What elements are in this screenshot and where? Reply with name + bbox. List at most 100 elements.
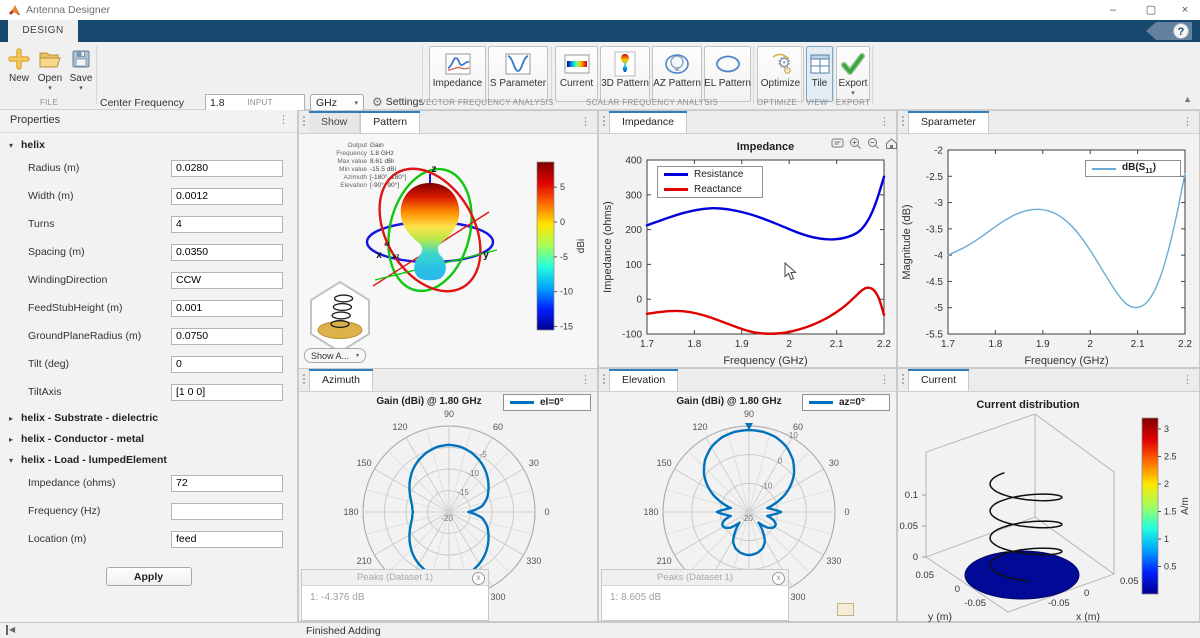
- property-input-groundplaneradius-m[interactable]: [171, 328, 283, 345]
- property-input-width-m[interactable]: [171, 188, 283, 205]
- property-input-tiltaxis[interactable]: [171, 384, 283, 401]
- property-row: Width (m): [0, 182, 297, 210]
- svg-text:Impedance: Impedance: [737, 141, 794, 153]
- panel-grip-icon[interactable]: [599, 111, 609, 133]
- panel-grip-icon[interactable]: [299, 369, 309, 391]
- open-button-label: Open: [38, 73, 62, 84]
- panel-grip-icon[interactable]: [599, 369, 609, 391]
- property-input-impedance-ohms[interactable]: [171, 475, 283, 492]
- panel-grip-icon[interactable]: [898, 111, 908, 133]
- zoom-out-icon[interactable]: [867, 137, 881, 151]
- collapse-properties-icon[interactable]: ◀: [6, 625, 15, 635]
- property-input-location-m[interactable]: [171, 531, 283, 548]
- close-button[interactable]: ×: [1172, 3, 1198, 17]
- azimuth-polar-plot[interactable]: 0306090120150180210240270300330-20-15-10…: [299, 392, 597, 622]
- annotation-value: -15.5 dBi: [370, 166, 396, 174]
- property-input-tilt-deg[interactable]: [171, 356, 283, 373]
- axis-label-az: az: [393, 253, 401, 260]
- el-pattern-button[interactable]: EL Pattern: [704, 46, 751, 102]
- s-parameter-button[interactable]: S Parameter: [488, 46, 548, 102]
- snapshot-icon[interactable]: [837, 603, 854, 616]
- annotation-row: Min value-15.5 dBi: [325, 166, 406, 174]
- property-input-windingdirection[interactable]: [171, 272, 283, 289]
- minimize-button[interactable]: –: [1100, 3, 1126, 17]
- svg-text:60: 60: [493, 422, 503, 432]
- property-group-3[interactable]: ▾helix - Load - lumpedElement: [0, 451, 297, 469]
- save-button[interactable]: Save▾: [67, 46, 95, 92]
- restore-button[interactable]: ▢: [1138, 3, 1164, 17]
- impedance-button[interactable]: Impedance: [429, 46, 486, 102]
- panel-menu-icon[interactable]: ⋮: [1182, 373, 1193, 386]
- peaks-header[interactable]: Peaks (Dataset 1)x: [602, 570, 788, 586]
- current-3d-plot[interactable]: Current distribution00.050.10.050-0.05y …: [898, 392, 1199, 622]
- collapse-ribbon-icon[interactable]: ▲: [1183, 94, 1192, 104]
- pattern-3d-button[interactable]: 3D Pattern: [600, 46, 650, 102]
- property-group-1[interactable]: ▸helix - Substrate - dielectric: [0, 409, 297, 427]
- svg-text:-15: -15: [457, 488, 469, 497]
- title-bar: Antenna Designer – ▢ ×: [0, 0, 1200, 20]
- az-pattern-button[interactable]: AZ Pattern: [652, 46, 702, 102]
- impedance-panel: Impedance ⋮ 1.71.81.922.12.2-10001002003…: [598, 110, 897, 368]
- property-input-frequency-hz[interactable]: [171, 503, 283, 520]
- new-button[interactable]: New: [5, 46, 33, 84]
- apply-button[interactable]: Apply: [106, 567, 192, 586]
- panel-menu-icon[interactable]: ⋮: [1182, 115, 1193, 128]
- property-group-helix[interactable]: ▾helix: [0, 136, 297, 154]
- properties-menu-icon[interactable]: ⋮: [278, 113, 289, 126]
- tab-impedance[interactable]: Impedance: [609, 113, 687, 133]
- show-antenna-dropdown[interactable]: Show A...▾: [304, 348, 366, 363]
- panel-grip-icon[interactable]: [299, 111, 309, 133]
- elevation-panel-tabbar: Elevation ⋮: [599, 369, 896, 392]
- tab-pattern[interactable]: Pattern: [360, 113, 420, 133]
- property-input-radius-m[interactable]: [171, 160, 283, 177]
- export-button[interactable]: Export▾: [836, 46, 870, 102]
- tile-button[interactable]: Tile: [806, 46, 833, 102]
- center-frequency-label: Center Frequency: [100, 97, 184, 109]
- panel-menu-icon[interactable]: ⋮: [580, 373, 591, 386]
- tab-design[interactable]: DESIGN: [8, 20, 78, 42]
- elevation-legend: az=0°: [802, 394, 890, 411]
- svg-text:2: 2: [1087, 339, 1093, 350]
- impedance-plot[interactable]: 1.71.81.922.12.2-1000100200300400Impedan…: [599, 134, 896, 368]
- optimize-button[interactable]: ⚙⚙Optimize: [757, 46, 804, 102]
- peaks-header[interactable]: Peaks (Dataset 1)x: [302, 570, 488, 586]
- datatip-icon[interactable]: [831, 137, 845, 151]
- panel-grip-icon[interactable]: [898, 369, 908, 391]
- antenna-thumbnail-badge[interactable]: [307, 280, 373, 354]
- svg-text:200: 200: [625, 225, 642, 236]
- settings-button[interactable]: ⚙ Settings: [372, 95, 424, 109]
- tab-azimuth[interactable]: Azimuth: [309, 371, 373, 391]
- legend-entry: el=0°: [504, 395, 590, 410]
- sparameter-plot[interactable]: 1.71.81.922.12.2-5.5-5-4.5-4-3.5-3-2.5-2…: [898, 134, 1199, 368]
- property-label: Radius (m): [0, 162, 171, 174]
- section-label: INPUT: [247, 98, 273, 107]
- tab-elevation[interactable]: Elevation: [609, 371, 678, 391]
- annotation-row: Elevation[-90°, 90°]: [325, 182, 406, 190]
- annotation-row: Frequency1.8 GHz: [325, 150, 406, 158]
- tab-show[interactable]: Show: [309, 113, 360, 133]
- current-button[interactable]: Current: [555, 46, 598, 102]
- panel-menu-icon[interactable]: ⋮: [879, 115, 890, 128]
- chevron-down-icon: ▾: [851, 91, 855, 97]
- pattern-3d-view[interactable]: zxyelaz50-5-10-15dBiOutputGainFrequency1…: [299, 134, 597, 368]
- panel-menu-icon[interactable]: ⋮: [580, 115, 591, 128]
- close-icon[interactable]: x: [472, 572, 485, 585]
- zoom-in-icon[interactable]: [849, 137, 863, 151]
- elevation-polar-plot[interactable]: 0306090120150180210240270300330-20-10010…: [599, 392, 896, 622]
- tab-current[interactable]: Current: [908, 371, 969, 391]
- property-row: Frequency (Hz): [0, 497, 297, 525]
- property-group-2[interactable]: ▸helix - Conductor - metal: [0, 430, 297, 448]
- help-button[interactable]: ?: [1173, 23, 1189, 39]
- close-icon[interactable]: x: [772, 572, 785, 585]
- panel-menu-icon[interactable]: ⋮: [879, 373, 890, 386]
- open-button[interactable]: Open▾: [35, 46, 65, 92]
- svg-text:5: 5: [560, 182, 565, 192]
- tab-sparameter[interactable]: Sparameter: [908, 113, 989, 133]
- center-frequency-unit-select[interactable]: GHz▾: [310, 94, 364, 111]
- property-input-turns[interactable]: [171, 216, 283, 233]
- property-label: Tilt (deg): [0, 358, 171, 370]
- property-input-spacing-m[interactable]: [171, 244, 283, 261]
- property-input-feedstubheight-m[interactable]: [171, 300, 283, 317]
- svg-text:-5: -5: [560, 252, 568, 262]
- svg-text:0: 0: [778, 456, 783, 465]
